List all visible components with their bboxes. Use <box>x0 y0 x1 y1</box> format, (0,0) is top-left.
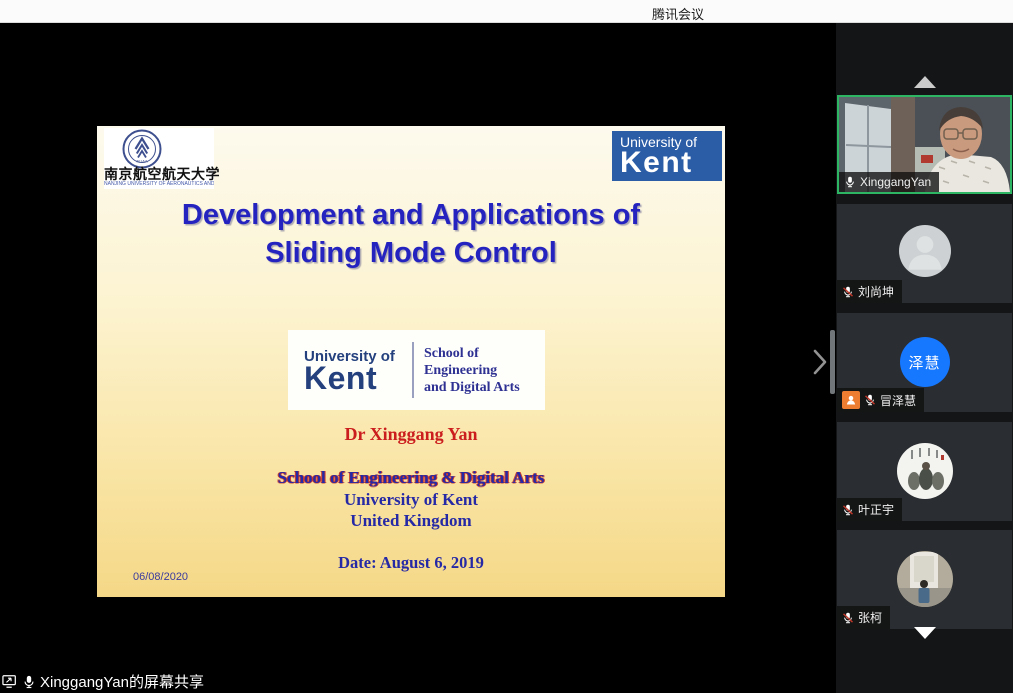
participant-name: 叶正宇 <box>858 501 894 518</box>
participants-panel: XinggangYan 刘尚坤 泽慧 <box>836 23 1013 693</box>
photo-avatar <box>897 551 953 607</box>
logo-divider <box>412 342 414 398</box>
shared-slide: NUAA 南京航空航天大学 NANJING UNIVERSITY OF AERO… <box>97 126 725 597</box>
meeting-window: 腾讯会议 NUAA 南京航空航天大学 NANJING UNIVERSITY OF… <box>0 0 1013 693</box>
participant-name-chip: 叶正宇 <box>837 498 902 521</box>
participant-name: 冒泽慧 <box>880 392 916 409</box>
slide-title: Development and Applications of Sliding … <box>97 196 725 272</box>
share-label: XinggangYan的屏幕共享 <box>40 671 204 692</box>
participant-name: XinggangYan <box>860 175 931 189</box>
slide-title-line1: Development and Applications of <box>97 196 725 234</box>
kent-school-name: School of Engineering and Digital Arts <box>424 345 520 396</box>
participant-name-chip: XinggangYan <box>839 172 939 192</box>
mic-muted-icon <box>842 286 854 298</box>
nuaa-emblem-icon: NUAA <box>122 129 162 169</box>
slide-title-line2: Sliding Mode Control <box>97 234 725 272</box>
mic-muted-icon <box>842 612 854 624</box>
participant-name-chip: 冒泽慧 <box>837 388 924 412</box>
participant-name: 刘尚坤 <box>858 283 894 300</box>
participant-name-chip: 刘尚坤 <box>837 280 902 303</box>
mic-muted-icon <box>864 394 876 406</box>
photo-avatar <box>897 443 953 499</box>
chevron-up-icon[interactable] <box>914 76 936 88</box>
participant-tile-liushangkun[interactable]: 刘尚坤 <box>837 204 1012 303</box>
mic-muted-icon <box>842 504 854 516</box>
nuaa-logo: NUAA 南京航空航天大学 NANJING UNIVERSITY OF AERO… <box>104 128 214 189</box>
kent-school-logo: University of Kent School of Engineering… <box>288 330 545 410</box>
slide-footer-date: 06/08/2020 <box>133 571 188 583</box>
kent-school-wordmark: University of Kent <box>288 348 408 392</box>
kent-logo-line2: Kent <box>620 146 722 180</box>
affiliation-line1: School of Engineering & Digital Arts <box>97 467 725 489</box>
affiliation-line3: United Kingdom <box>97 510 725 532</box>
initials-avatar: 泽慧 <box>900 337 950 387</box>
participant-tile-maozehui[interactable]: 泽慧 冒泽慧 <box>837 313 1012 412</box>
profile-badge-icon <box>842 391 860 409</box>
mic-icon <box>844 176 856 188</box>
chevron-down-icon[interactable] <box>914 627 936 639</box>
mic-icon <box>22 675 36 689</box>
nuaa-name-en: NANJING UNIVERSITY OF AERONAUTICS AND AS… <box>104 181 214 187</box>
presentation-date: Date: August 6, 2019 <box>97 553 725 573</box>
avatar-silhouette-icon <box>899 225 951 277</box>
svg-text:NUAA: NUAA <box>136 159 147 164</box>
app-title: 腾讯会议 <box>652 4 704 23</box>
participant-tile-xinggangyan[interactable]: XinggangYan <box>837 95 1012 194</box>
participant-name: 张柯 <box>858 609 882 626</box>
kent-logo: University of Kent <box>612 131 722 181</box>
affiliation-line2: University of Kent <box>97 489 725 511</box>
chevron-right-icon[interactable] <box>812 348 828 376</box>
sidebar-scrollbar[interactable] <box>830 330 835 394</box>
participant-tile-zhangke[interactable]: 张柯 <box>837 530 1012 629</box>
participant-name-chip: 张柯 <box>837 606 890 629</box>
affiliation-block: School of Engineering & Digital Arts Uni… <box>97 467 725 532</box>
presenter-name: Dr Xinggang Yan <box>97 424 725 445</box>
screen-share-status: XinggangYan的屏幕共享 <box>2 671 204 692</box>
share-screen-icon <box>2 674 18 689</box>
titlebar: 腾讯会议 <box>0 0 1013 23</box>
participant-tile-yezhengyu[interactable]: 叶正宇 <box>837 422 1012 521</box>
